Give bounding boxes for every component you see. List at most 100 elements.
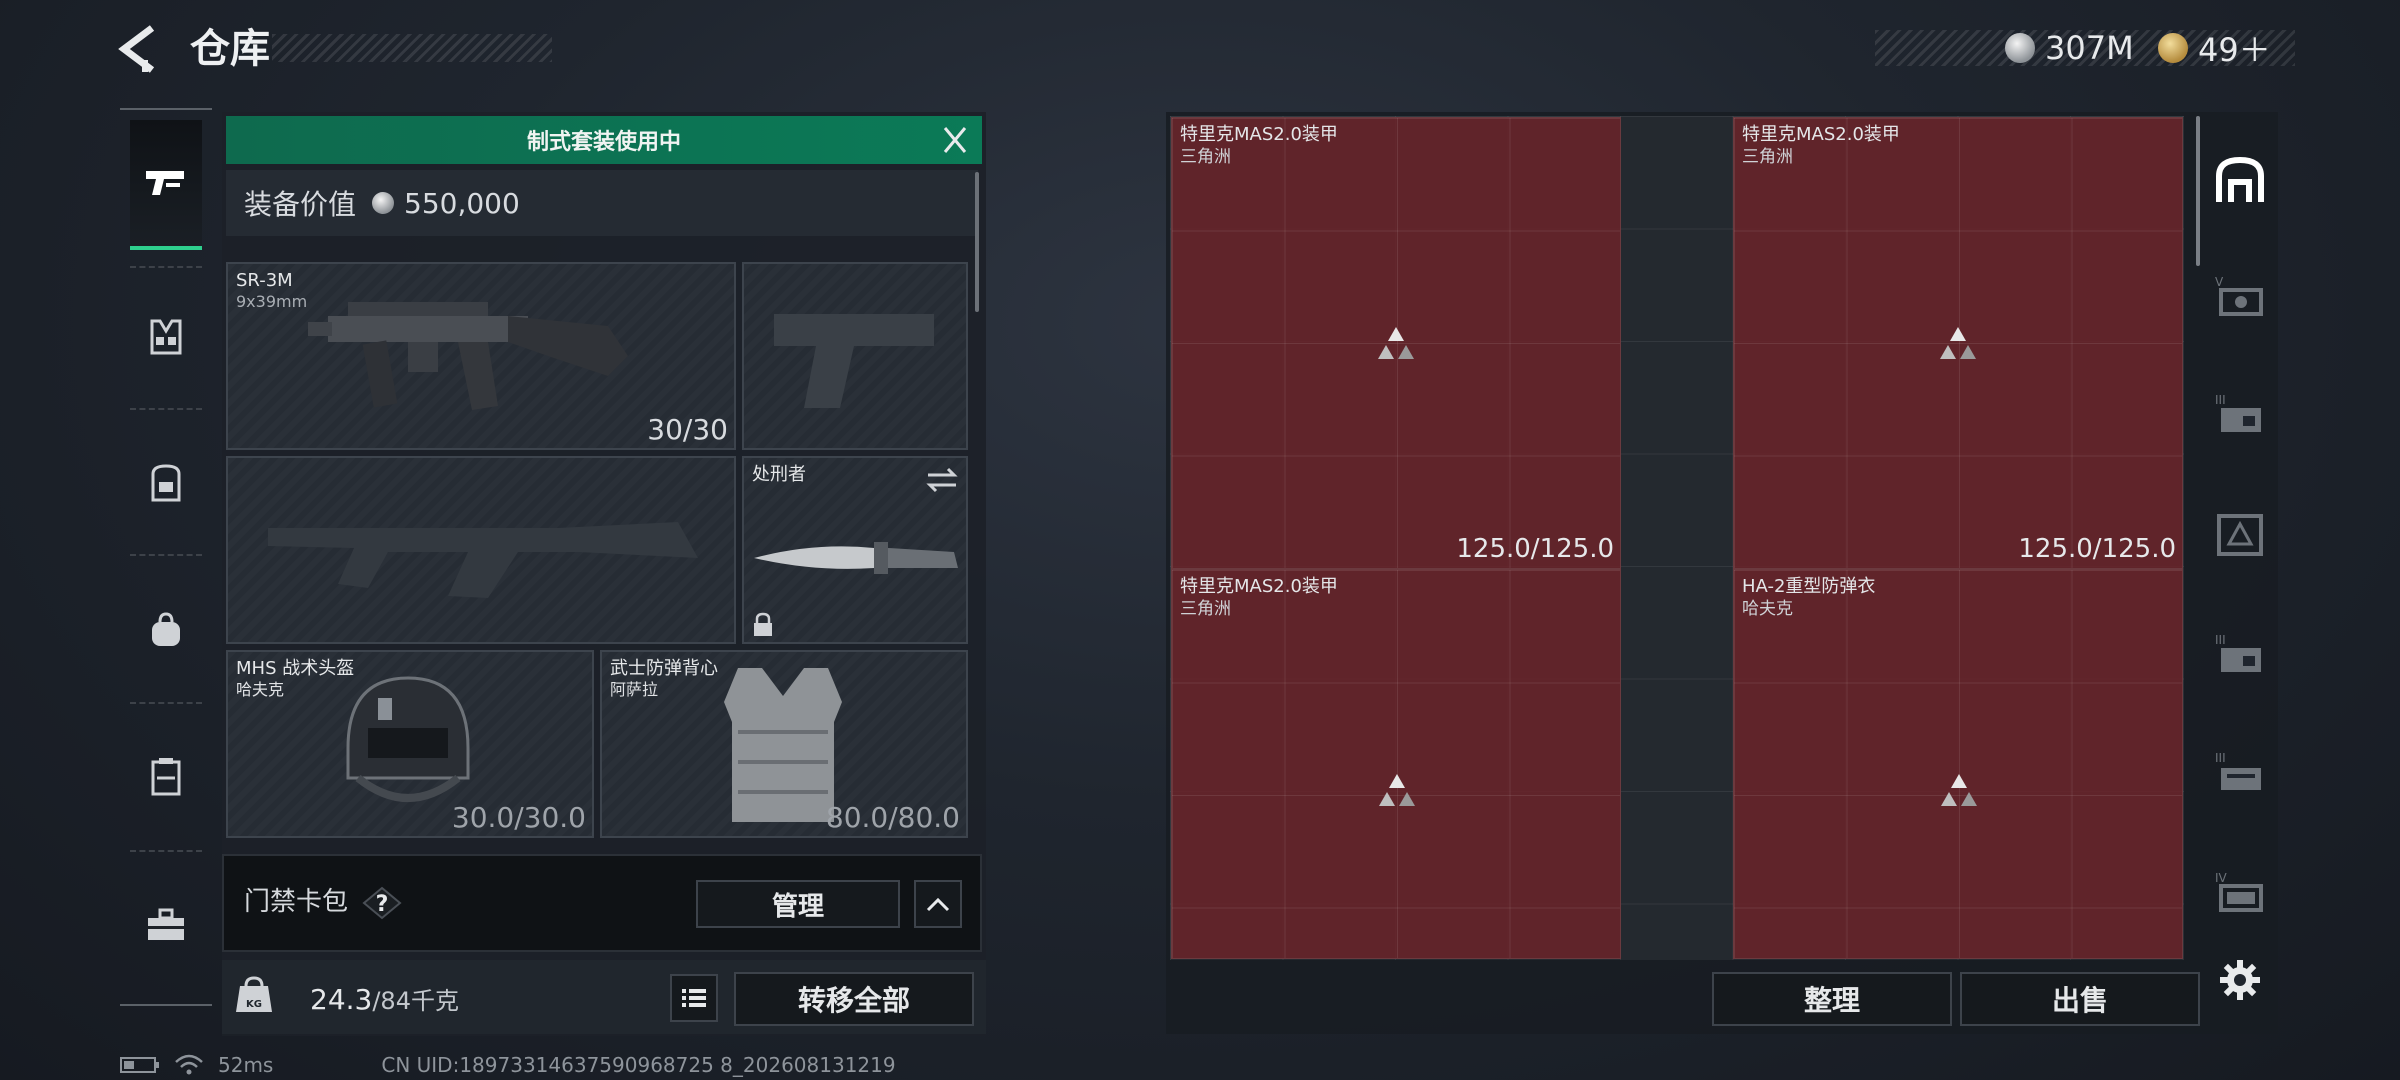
item-name: 特里克MAS2.0装甲	[1742, 124, 1900, 145]
item-brand: 三角洲	[1180, 599, 1231, 619]
storage-item[interactable]: 特里克MAS2.0装甲 三角洲 125.0/125.0	[1171, 117, 1621, 569]
secondary-weapon-slot[interactable]	[742, 262, 968, 450]
transfer-all-button[interactable]: 转移全部	[734, 972, 974, 1026]
svg-text:KG: KG	[246, 999, 262, 1010]
sort-button[interactable]: 整理	[1712, 972, 1952, 1026]
tab-bag[interactable]	[130, 566, 202, 696]
lock-icon	[754, 612, 772, 636]
item-durability: 125.0/125.0	[1456, 534, 1614, 564]
tab-separator	[130, 850, 202, 852]
keycard-label: 门禁卡包	[244, 887, 349, 917]
back-button[interactable]	[112, 22, 172, 76]
tab-case[interactable]	[130, 712, 202, 842]
item-name: 特里克MAS2.0装甲	[1180, 576, 1338, 597]
gold-currency[interactable]: 49＋	[2158, 26, 2271, 70]
equipment-value-label: 装备价值	[244, 188, 357, 221]
storage-tab-triangle[interactable]	[2206, 494, 2274, 574]
item-brand: 三角洲	[1180, 147, 1231, 167]
storage-item[interactable]: 特里克MAS2.0装甲 三角洲 125.0/125.0	[1733, 117, 2183, 569]
preset-banner: 制式套装使用中	[226, 116, 982, 164]
pistol-icon	[146, 171, 184, 195]
storage-tab-iii-b[interactable]: III	[2206, 614, 2274, 694]
storage-ii-icon: III	[2215, 751, 2261, 790]
kettlebell-icon: KG	[236, 976, 272, 1012]
storage-tab-iv[interactable]: IV	[2206, 852, 2274, 932]
gear-icon	[2220, 960, 2260, 1000]
help-glyph: ?	[376, 892, 389, 917]
uid-readout: CN UID:18973314637590968725 8_2026081312…	[381, 1053, 896, 1077]
tab-separator	[130, 408, 202, 410]
melee-slot[interactable]: 处刑者	[742, 456, 968, 644]
primary-weapon-name: SR-3M	[236, 270, 293, 291]
pistol-silhouette-icon	[774, 314, 934, 408]
storage-iii-icon: III	[2215, 393, 2261, 432]
close-icon	[943, 127, 967, 153]
tab-separator	[130, 266, 202, 268]
rail-bottom-line	[120, 1004, 212, 1006]
case-icon	[151, 758, 181, 796]
ping-readout: 52ms	[218, 1053, 274, 1077]
gold-amount: 49＋	[2198, 31, 2271, 69]
keycard-help-button[interactable]: ?	[362, 886, 402, 920]
swap-icon[interactable]	[924, 466, 960, 494]
storage-tab-v[interactable]: V	[2206, 256, 2274, 336]
rifle-icon	[308, 302, 628, 410]
storage-tab-ii[interactable]: III	[2206, 732, 2274, 812]
tab-separator	[130, 702, 202, 704]
tab-weapons[interactable]	[130, 120, 202, 250]
primary-weapon-ammo: 30/30	[647, 413, 728, 446]
vest-icon	[150, 319, 182, 355]
storage-item[interactable]: 特里克MAS2.0装甲 三角洲	[1171, 569, 1621, 959]
rifle-silhouette-icon	[268, 522, 698, 598]
chevron-up-icon	[926, 897, 950, 912]
svg-text:III: III	[2215, 393, 2226, 407]
weight-max: /84千克	[372, 987, 459, 1015]
tab-backpack[interactable]	[130, 418, 202, 548]
collapse-button[interactable]	[914, 880, 962, 928]
item-brand: 哈夫克	[1742, 599, 1793, 619]
storage-item[interactable]: HA-2重型防弹衣 哈夫克	[1733, 569, 2183, 959]
settings-button[interactable]	[2210, 950, 2270, 1010]
helmet-durability: 30.0/30.0	[451, 801, 586, 834]
help-icon: ?	[362, 886, 402, 920]
tab-vest[interactable]	[130, 272, 202, 402]
list-view-button[interactable]	[670, 974, 718, 1022]
weight-badge: KG	[230, 972, 278, 1022]
equipment-value-row: 装备价值 550,000	[226, 170, 978, 236]
delta-brand-icon	[1379, 774, 1415, 806]
secondary-rifle-slot[interactable]	[226, 456, 736, 644]
silver-coin-icon	[372, 192, 395, 214]
weight-readout: 24.3/84千克	[310, 980, 459, 1021]
storage-iv-icon: IV	[2215, 871, 2263, 912]
manage-keycard-button[interactable]: 管理	[696, 880, 900, 928]
helmet-slot[interactable]: MHS 战术头盔 哈夫克 30.0/30.0	[226, 650, 594, 838]
battery-icon	[120, 1057, 159, 1073]
silver-amount: 307M	[2045, 29, 2134, 67]
gold-coin-icon	[2158, 33, 2188, 63]
page-title: 仓库	[190, 26, 270, 72]
item-name: 特里克MAS2.0装甲	[1180, 124, 1338, 145]
storage-iii-b-icon: III	[2215, 633, 2261, 672]
helmet-icon	[346, 676, 470, 802]
item-durability: 125.0/125.0	[2018, 534, 2176, 564]
svg-text:V: V	[2215, 275, 2224, 289]
storage-tab-iii[interactable]: III	[2206, 374, 2274, 454]
delta-brand-icon	[1941, 774, 1977, 806]
armor-name: 武士防弹背心	[610, 658, 718, 679]
storage-scrollbar[interactable]	[2196, 116, 2200, 266]
banner-close-button[interactable]	[930, 118, 980, 162]
equipment-value: 550,000	[404, 186, 520, 220]
item-brand: 三角洲	[1742, 147, 1793, 167]
sell-button[interactable]: 出售	[1960, 972, 2200, 1026]
delta-brand-icon	[1378, 327, 1414, 359]
wifi-icon	[175, 1054, 203, 1075]
primary-weapon-slot[interactable]: SR-3M 9x39mm 30/30	[226, 262, 736, 450]
tab-toolbox[interactable]	[130, 860, 202, 990]
storage-triangle-icon	[2217, 514, 2263, 556]
storage-tab-home[interactable]	[2206, 140, 2274, 220]
loadout-scrollbar[interactable]	[975, 172, 979, 312]
weight-current: 24.3	[310, 983, 373, 1016]
title-decoration	[272, 34, 552, 62]
armor-slot[interactable]: 武士防弹背心 阿萨拉 80.0/80.0	[600, 650, 968, 838]
knife-icon	[754, 542, 958, 574]
